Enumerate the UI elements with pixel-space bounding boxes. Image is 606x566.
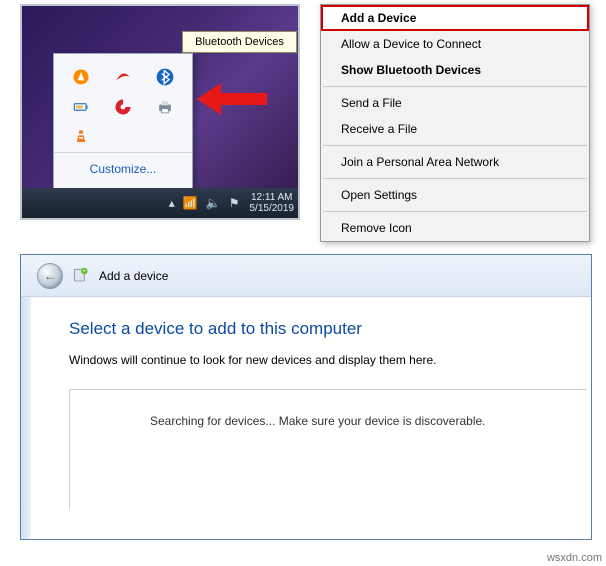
menu-allow-connect[interactable]: Allow a Device to Connect [321,31,589,57]
taskbar-clock[interactable]: 12:11 AM 5/15/2019 [250,192,295,215]
menu-separator [323,86,587,87]
searching-text: Searching for devices... Make sure your … [150,414,486,428]
tray-icon-grid [54,54,192,152]
menu-separator [323,211,587,212]
device-icon: + [71,266,91,286]
menu-send-file[interactable]: Send a File [321,90,589,116]
wizard-header: ← + Add a device [21,255,591,297]
printer-icon[interactable] [144,92,186,122]
clock-date: 5/15/2019 [250,203,295,215]
menu-show-devices[interactable]: Show Bluetooth Devices [321,57,589,83]
callout-arrow [197,83,267,113]
tray-overflow-popup: Customize... [53,53,193,193]
menu-join-pan[interactable]: Join a Personal Area Network [321,149,589,175]
wizard-headline: Select a device to add to this computer [69,319,587,339]
battery-icon[interactable] [60,92,102,122]
menu-separator [323,178,587,179]
menu-receive-file[interactable]: Receive a File [321,116,589,142]
menu-separator [323,145,587,146]
vlc-icon[interactable] [60,122,102,152]
customize-link[interactable]: Customize... [54,152,192,186]
network-icon[interactable]: 📶 [183,196,198,210]
flag-icon[interactable]: ⚑ [229,196,240,210]
wizard-title: Add a device [99,269,168,283]
bluetooth-context-menu: Add a Device Allow a Device to Connect S… [320,4,590,242]
add-device-window: ← + Add a device Select a device to add … [20,254,592,540]
window-glass-border [21,255,31,539]
tray-chevron-up-icon[interactable]: ▴ [169,196,175,210]
volume-icon[interactable]: 🔈 [206,196,221,210]
wizard-subtext: Windows will continue to look for new de… [69,353,587,367]
avast-icon[interactable] [60,62,102,92]
desktop-screenshot: Bluetooth Devices Customize... ▴ 📶 🔈 ⚑ [20,4,300,220]
taskbar: ▴ 📶 🔈 ⚑ 12:11 AM 5/15/2019 [22,188,298,218]
ccleaner-icon[interactable] [102,92,144,122]
menu-add-device[interactable]: Add a Device [321,5,589,31]
bluetooth-tooltip: Bluetooth Devices [182,31,297,53]
svg-text:+: + [83,268,86,274]
clock-time: 12:11 AM [250,192,295,204]
taskbar-status-icons[interactable]: ▴ 📶 🔈 ⚑ [169,196,240,210]
airtel-icon[interactable] [102,62,144,92]
menu-open-settings[interactable]: Open Settings [321,182,589,208]
watermark: wsxdn.com [547,552,602,564]
top-composite: Bluetooth Devices Customize... ▴ 📶 🔈 ⚑ [20,4,590,226]
menu-remove-icon[interactable]: Remove Icon [321,215,589,241]
back-button[interactable]: ← [37,263,63,289]
bluetooth-icon[interactable] [144,62,186,92]
device-list-pane: Searching for devices... Make sure your … [69,389,587,509]
wizard-body: Select a device to add to this computer … [31,297,591,539]
